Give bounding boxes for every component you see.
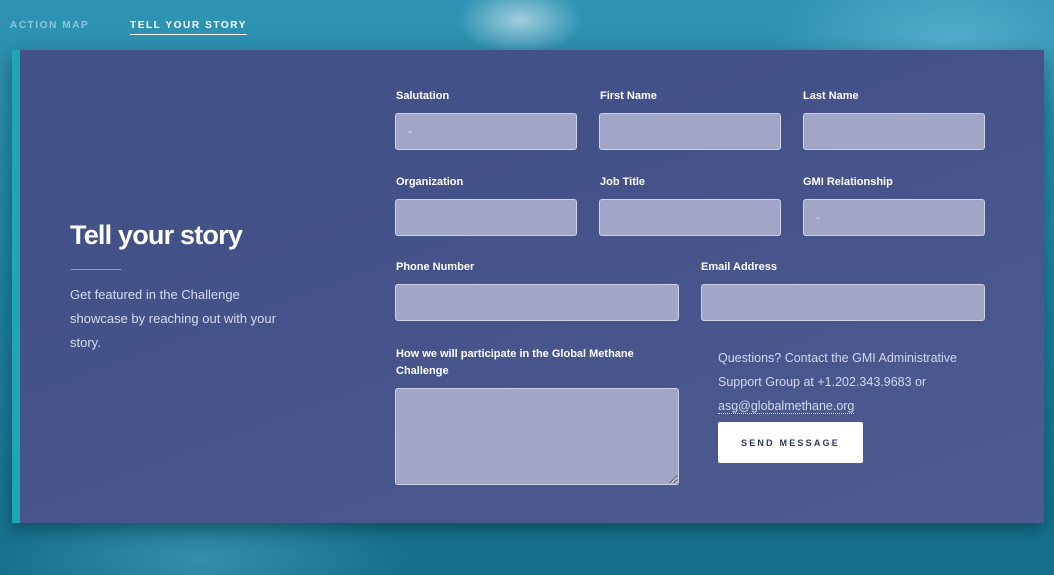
nav-tab-tell-your-story[interactable]: TELL YOUR STORY — [130, 20, 247, 35]
gmi-relationship-label: GMI Relationship — [803, 176, 893, 188]
last-name-label: Last Name — [803, 90, 859, 102]
intro-text: Get featured in the Challenge showcase b… — [70, 287, 276, 350]
title-divider — [71, 269, 121, 270]
last-name-field[interactable] — [803, 113, 985, 150]
contact-email-link[interactable]: asg@globalmethane.org — [718, 399, 855, 414]
salutation-select[interactable] — [395, 113, 577, 150]
email-field[interactable] — [701, 284, 985, 321]
salutation-label: Salutation — [396, 90, 450, 102]
contact-info: Questions? Contact the GMI Administrativ… — [718, 346, 988, 418]
participation-textarea[interactable] — [395, 388, 679, 485]
nav-tab-action-map[interactable]: ACTION MAP — [10, 20, 89, 31]
phone-field[interactable] — [395, 284, 679, 321]
top-nav: ACTION MAP TELL YOUR STORY — [0, 0, 1054, 44]
email-label: Email Address — [701, 261, 778, 273]
page-title: Tell your story — [70, 220, 243, 250]
participation-label: How we will participate in the Global Me… — [396, 348, 634, 377]
contact-text: Questions? Contact the GMI Administrativ… — [718, 351, 957, 389]
organization-field[interactable] — [395, 199, 577, 236]
send-message-button[interactable]: SEND MESSAGE — [718, 422, 863, 463]
first-name-field[interactable] — [599, 113, 781, 150]
job-title-field[interactable] — [599, 199, 781, 236]
gmi-relationship-select[interactable] — [803, 199, 985, 236]
first-name-label: First Name — [600, 90, 657, 102]
organization-label: Organization — [396, 176, 464, 188]
job-title-label: Job Title — [600, 176, 646, 188]
phone-label: Phone Number — [396, 261, 475, 273]
story-form-panel: Tell your story Get featured in the Chal… — [12, 50, 1044, 523]
